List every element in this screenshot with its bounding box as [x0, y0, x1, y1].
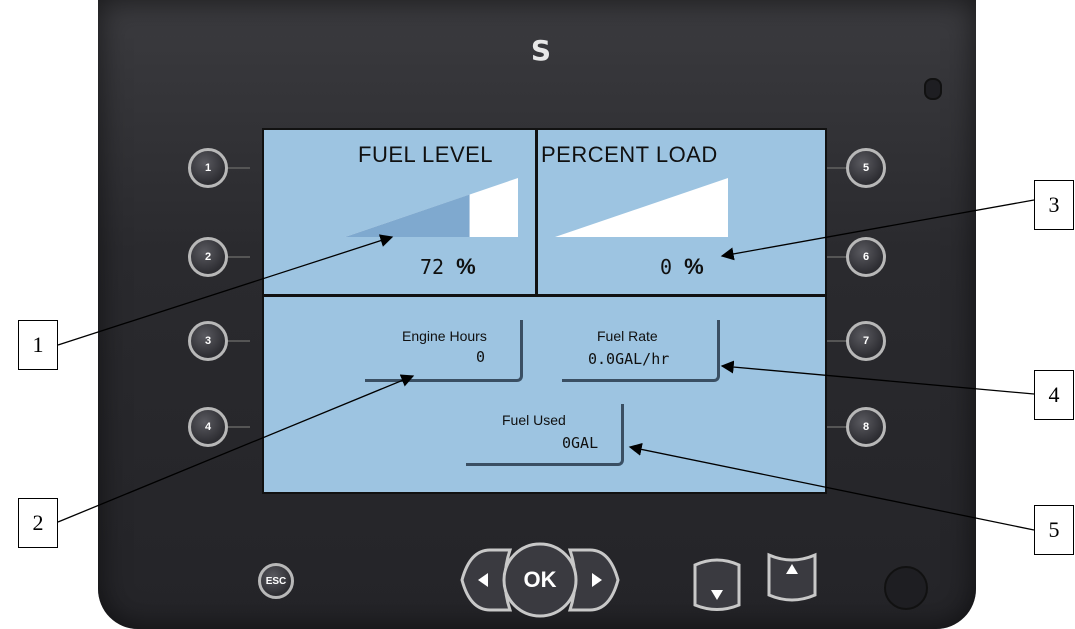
callout-2-arrow — [57, 374, 415, 523]
callout-4-arrow — [720, 360, 1035, 395]
callout-3-arrow — [720, 199, 1035, 261]
callout-5-arrow — [628, 442, 1035, 531]
callout-1-label: 1 — [18, 320, 58, 370]
callout-1-arrow — [57, 234, 394, 346]
callout-arrows — [57, 199, 1035, 531]
callout-3-label: 3 — [1034, 180, 1074, 230]
callout-2-label: 2 — [18, 498, 58, 548]
callout-4-label: 4 — [1034, 370, 1074, 420]
callout-5-label: 5 — [1034, 505, 1074, 555]
